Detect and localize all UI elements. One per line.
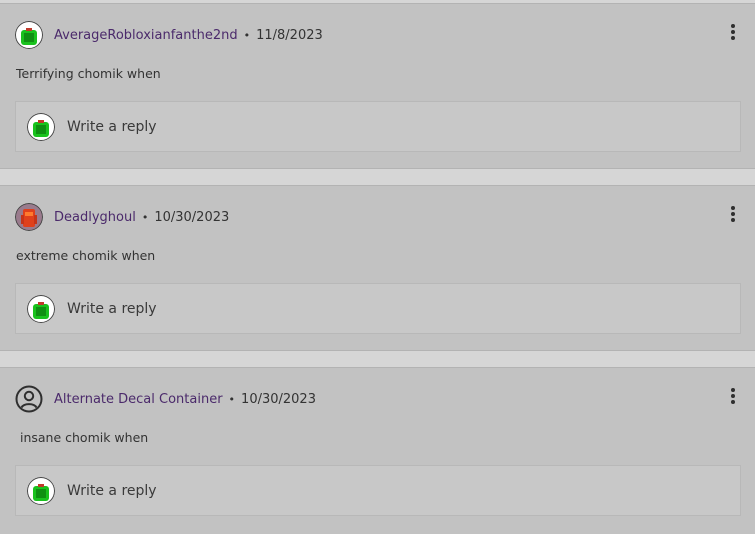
reply-placeholder: Write a reply bbox=[67, 482, 157, 499]
green-chomik-avatar-icon[interactable] bbox=[15, 21, 43, 49]
separator-dot: • bbox=[141, 210, 149, 224]
red-character-avatar-icon[interactable] bbox=[15, 203, 43, 231]
more-options-icon[interactable] bbox=[729, 206, 737, 224]
reply-placeholder: Write a reply bbox=[67, 118, 157, 135]
comment-header: AverageRobloxianfanthe2nd • 11/8/2023 bbox=[15, 20, 323, 50]
comment-header: Alternate Decal Container • 10/30/2023 bbox=[15, 384, 316, 414]
comment-card: AverageRobloxianfanthe2nd • 11/8/2023 Te… bbox=[0, 3, 755, 169]
comment-date: 10/30/2023 bbox=[241, 391, 316, 407]
separator-dot: • bbox=[243, 28, 251, 42]
comment-username[interactable]: Alternate Decal Container bbox=[54, 392, 223, 407]
more-options-icon[interactable] bbox=[729, 24, 737, 42]
reply-input[interactable]: Write a reply bbox=[15, 101, 741, 152]
green-chomik-avatar-icon bbox=[27, 294, 55, 323]
comment-card: Alternate Decal Container • 10/30/2023 i… bbox=[0, 367, 755, 534]
green-chomik-avatar-icon bbox=[27, 476, 55, 505]
comment-username[interactable]: AverageRobloxianfanthe2nd bbox=[54, 28, 238, 43]
comment-card: Deadlyghoul • 10/30/2023 extreme chomik … bbox=[0, 185, 755, 351]
reply-placeholder: Write a reply bbox=[67, 300, 157, 317]
separator-dot: • bbox=[228, 392, 236, 406]
comment-date: 11/8/2023 bbox=[256, 27, 323, 43]
comment-text: insane chomik when bbox=[16, 430, 149, 445]
reply-input[interactable]: Write a reply bbox=[15, 283, 741, 334]
more-options-icon[interactable] bbox=[729, 388, 737, 406]
comment-username[interactable]: Deadlyghoul bbox=[54, 210, 136, 225]
default-user-icon[interactable] bbox=[15, 385, 43, 413]
comment-header: Deadlyghoul • 10/30/2023 bbox=[15, 202, 229, 232]
reply-input[interactable]: Write a reply bbox=[15, 465, 741, 516]
comment-text: extreme chomik when bbox=[16, 248, 156, 263]
green-chomik-avatar-icon bbox=[27, 112, 55, 141]
comment-text: Terrifying chomik when bbox=[16, 66, 161, 81]
comment-date: 10/30/2023 bbox=[154, 209, 230, 225]
comment-list: AverageRobloxianfanthe2nd • 11/8/2023 Te… bbox=[0, 0, 755, 534]
